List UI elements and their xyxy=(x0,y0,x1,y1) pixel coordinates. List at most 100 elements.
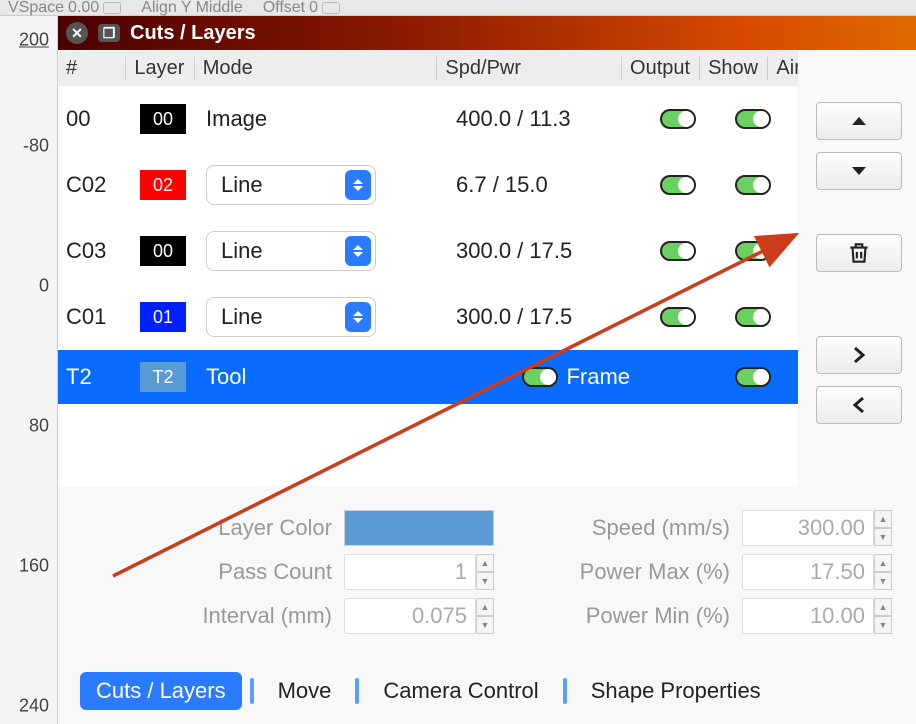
mode-select[interactable]: Line xyxy=(206,297,376,337)
next-button[interactable] xyxy=(816,336,902,374)
cell-id: C03 xyxy=(58,238,128,264)
show-toggle[interactable] xyxy=(735,241,771,261)
mode-select-value: Line xyxy=(221,238,263,264)
move-down-button[interactable] xyxy=(816,152,902,190)
interval-label: Interval (mm) xyxy=(118,603,338,629)
power-max-field[interactable]: 17.50 xyxy=(742,554,874,590)
cell-mode: Tool xyxy=(198,364,448,390)
cell-output xyxy=(638,241,718,261)
ruler-vertical: 200 -80 0 80 160 240 xyxy=(0,16,58,724)
cell-id: T2 xyxy=(58,364,128,390)
cell-id: 00 xyxy=(58,106,128,132)
tab-shape-properties[interactable]: Shape Properties xyxy=(575,672,777,710)
table-header: # Layer Mode Spd/Pwr Output Show Air xyxy=(58,50,798,86)
layer-badge: 00 xyxy=(140,104,186,134)
show-toggle[interactable] xyxy=(735,307,771,327)
cell-output xyxy=(638,175,718,195)
col-header-output[interactable]: Output xyxy=(622,57,700,80)
power-min-spinner[interactable]: ▲▼ xyxy=(874,598,892,634)
cell-layer: 02 xyxy=(128,170,198,200)
cell-id: C02 xyxy=(58,172,128,198)
delete-button[interactable] xyxy=(816,234,902,272)
layer-badge: T2 xyxy=(140,362,186,392)
close-icon[interactable]: ✕ xyxy=(66,22,88,44)
layer-badge: 01 xyxy=(140,302,186,332)
power-min-field[interactable]: 10.00 xyxy=(742,598,874,634)
mode-select-value: Line xyxy=(221,172,263,198)
layer-badge: 00 xyxy=(140,236,186,266)
cell-layer: 00 xyxy=(128,104,198,134)
cell-show xyxy=(718,307,788,327)
output-toggle[interactable] xyxy=(660,307,696,327)
cell-spdpwr: 300.0 / 17.5 xyxy=(448,304,638,330)
interval-field[interactable]: 0.075 xyxy=(344,598,476,634)
prev-button[interactable] xyxy=(816,386,902,424)
speed-field[interactable]: 300.00 xyxy=(742,510,874,546)
cell-spdpwr: 300.0 / 17.5 xyxy=(448,238,638,264)
mode-select[interactable]: Line xyxy=(206,231,376,271)
layer-properties: Layer Color Speed (mm/s) 300.00 ▲▼ Pass … xyxy=(118,510,896,634)
show-toggle[interactable] xyxy=(735,109,771,129)
cell-layer: 01 xyxy=(128,302,198,332)
output-toggle[interactable] xyxy=(522,367,558,387)
cell-mode: Image xyxy=(198,106,448,132)
cell-show xyxy=(718,241,788,261)
table-row[interactable]: T2 T2 ToolFrame xyxy=(58,350,798,404)
cell-spdpwr: 400.0 / 11.3 xyxy=(448,106,638,132)
cell-show xyxy=(718,109,788,129)
detach-icon[interactable]: ❐ xyxy=(98,24,120,42)
output-toggle[interactable] xyxy=(660,241,696,261)
cell-mode: Line xyxy=(198,165,448,205)
show-toggle[interactable] xyxy=(735,175,771,195)
col-header-layer[interactable]: Layer xyxy=(126,57,194,80)
cell-spdpwr: Frame xyxy=(448,364,638,390)
pass-count-spinner[interactable]: ▲▼ xyxy=(476,554,494,590)
panel-titlebar: ✕ ❐ Cuts / Layers xyxy=(58,16,916,50)
speed-spinner[interactable]: ▲▼ xyxy=(874,510,892,546)
tab-cuts-layers[interactable]: Cuts / Layers xyxy=(80,672,242,710)
table-row[interactable]: 00 00 Image400.0 / 11.3 xyxy=(58,86,798,152)
col-header-num[interactable]: # xyxy=(58,57,126,80)
output-toggle[interactable] xyxy=(660,109,696,129)
col-header-show[interactable]: Show xyxy=(700,57,768,80)
chevron-updown-icon xyxy=(345,236,371,266)
show-toggle[interactable] xyxy=(735,367,771,387)
side-buttons xyxy=(816,102,902,424)
cell-layer: T2 xyxy=(128,362,198,392)
cell-spdpwr: 6.7 / 15.0 xyxy=(448,172,638,198)
panel-title: Cuts / Layers xyxy=(130,22,256,45)
power-max-spinner[interactable]: ▲▼ xyxy=(874,554,892,590)
table-row[interactable]: C02 02 Line 6.7 / 15.0 xyxy=(58,152,798,218)
toolbar-fragment: VSpace 0.00 Align Y Middle Offset 0 xyxy=(0,0,916,16)
layer-color-swatch[interactable] xyxy=(344,510,494,546)
mode-select-value: Line xyxy=(221,304,263,330)
table-row[interactable]: C01 01 Line 300.0 / 17.5 xyxy=(58,284,798,350)
output-toggle[interactable] xyxy=(660,175,696,195)
cell-layer: 00 xyxy=(128,236,198,266)
tab-camera-control[interactable]: Camera Control xyxy=(367,672,554,710)
layers-table: # Layer Mode Spd/Pwr Output Show Air 000… xyxy=(58,50,798,486)
col-header-spd[interactable]: Spd/Pwr xyxy=(437,57,622,80)
col-header-mode[interactable]: Mode xyxy=(195,57,438,80)
cell-show xyxy=(718,367,788,387)
layer-color-label: Layer Color xyxy=(118,515,338,541)
interval-spinner[interactable]: ▲▼ xyxy=(476,598,494,634)
cell-show xyxy=(718,175,788,195)
pass-count-field[interactable]: 1 xyxy=(344,554,476,590)
cell-id: C01 xyxy=(58,304,128,330)
power-min-label: Power Min (%) xyxy=(536,603,736,629)
cell-output xyxy=(638,307,718,327)
panel-tabs: Cuts / Layers Move Camera Control Shape … xyxy=(80,672,906,710)
table-row[interactable]: C03 00 Line 300.0 / 17.5 xyxy=(58,218,798,284)
power-max-label: Power Max (%) xyxy=(536,559,736,585)
cell-mode: Line xyxy=(198,231,448,271)
pass-count-label: Pass Count xyxy=(118,559,338,585)
layer-badge: 02 xyxy=(140,170,186,200)
tab-move[interactable]: Move xyxy=(262,672,348,710)
mode-select[interactable]: Line xyxy=(206,165,376,205)
cell-mode: Line xyxy=(198,297,448,337)
col-header-air[interactable]: Air xyxy=(768,57,798,80)
chevron-updown-icon xyxy=(345,302,371,332)
cell-output xyxy=(638,109,718,129)
move-up-button[interactable] xyxy=(816,102,902,140)
